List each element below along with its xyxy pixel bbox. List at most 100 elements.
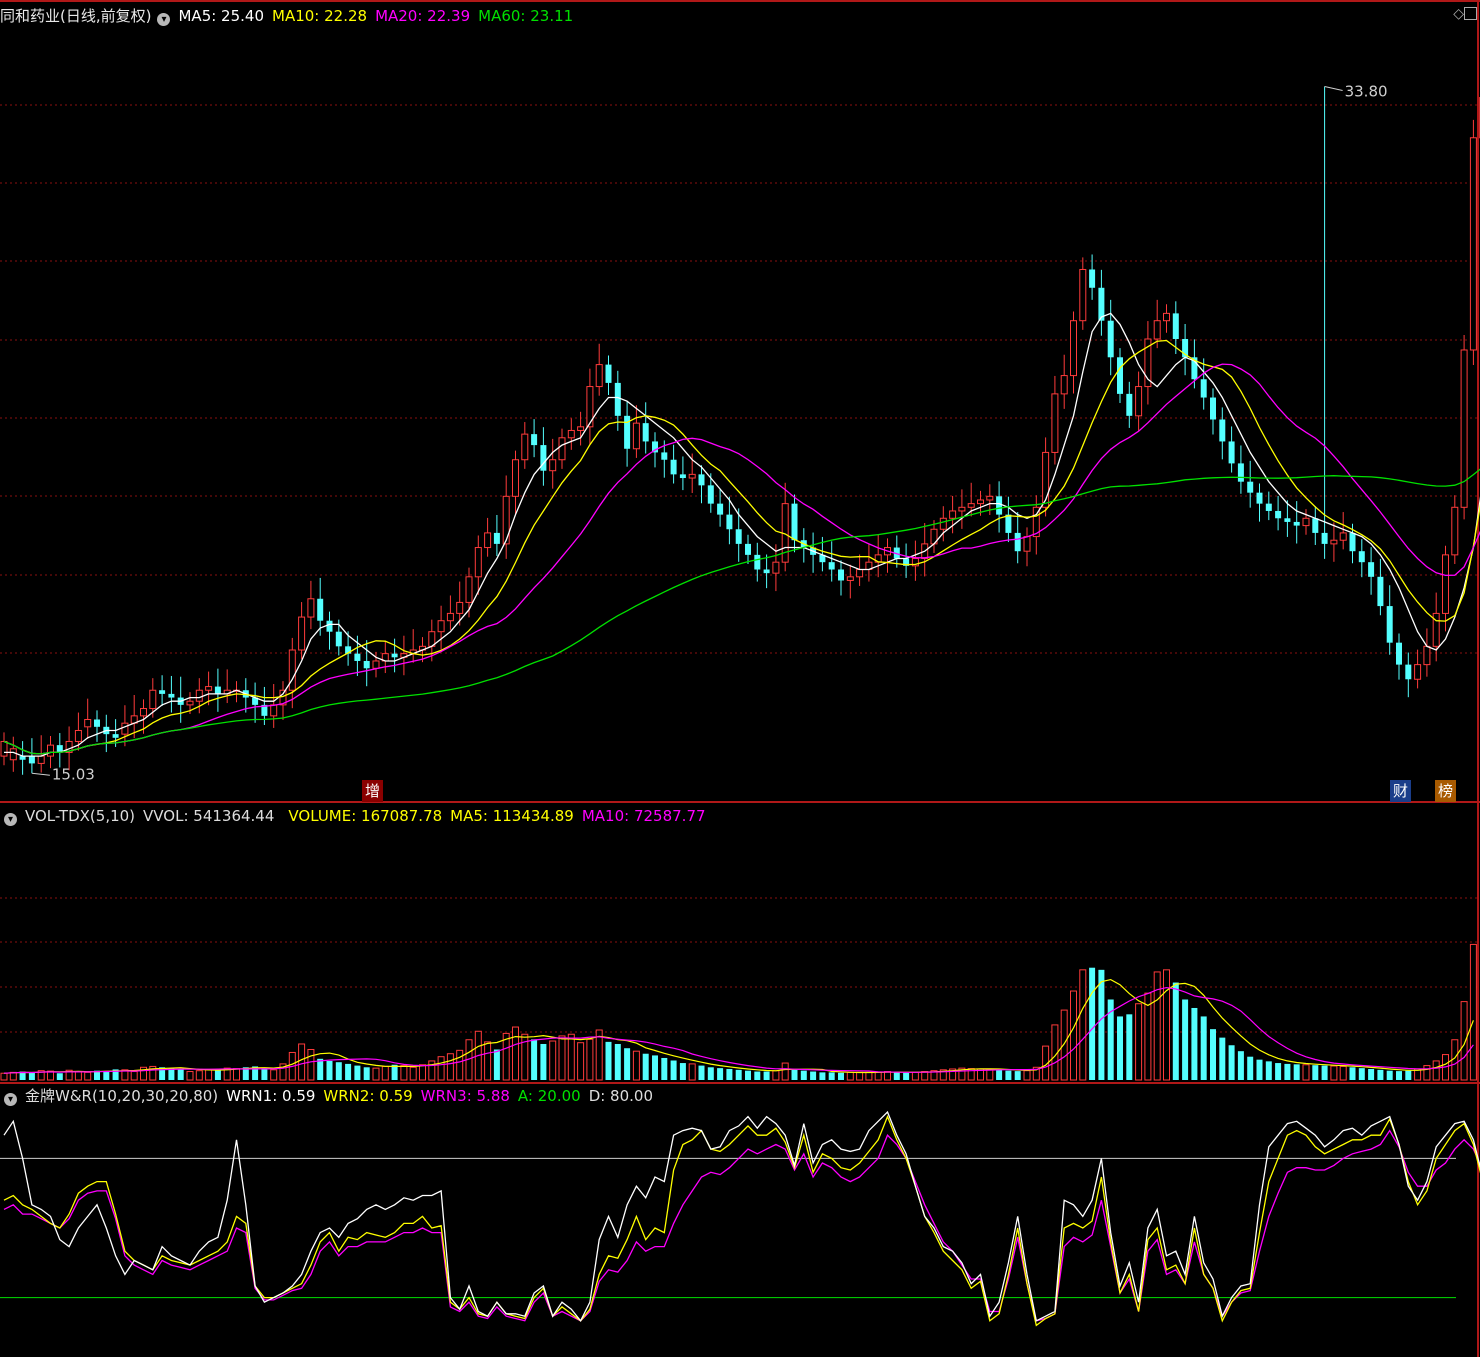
candle-body — [986, 495, 994, 501]
wrn2-value: WRN2: 0.59 — [323, 1087, 413, 1105]
volume-bar — [391, 1064, 398, 1080]
volume-bar — [456, 1049, 464, 1081]
volume-bar — [1070, 990, 1077, 1081]
candle-body — [707, 485, 714, 504]
candle-body — [531, 434, 538, 446]
wrn1-value: WRN1: 0.59 — [226, 1087, 316, 1105]
candle-body — [1330, 539, 1338, 545]
candle-body — [1247, 481, 1254, 493]
volume-bar — [1135, 1003, 1143, 1081]
candle-body — [939, 517, 947, 530]
volume-bars — [0, 943, 1477, 1081]
candle-body — [214, 686, 221, 694]
zeng-badge[interactable]: 增 — [362, 780, 384, 802]
volume-bar — [437, 1056, 445, 1081]
volume-bar — [1377, 1069, 1384, 1080]
candle-body — [605, 364, 612, 383]
volume-bar — [1117, 1016, 1123, 1080]
volume-bar — [1275, 1063, 1282, 1080]
volume-bar — [1172, 982, 1179, 1080]
cai-badge[interactable]: 财 — [1390, 780, 1412, 802]
volume-bar — [186, 1071, 194, 1081]
candle-body — [307, 598, 315, 618]
volume-bar — [707, 1067, 714, 1080]
bang-badge[interactable]: 榜 — [1435, 780, 1457, 802]
chevron-down-icon[interactable]: ▾ — [4, 1093, 17, 1106]
candle-body — [94, 719, 100, 727]
candle-body — [1237, 463, 1244, 482]
annotations: 33.80 15.03 — [31, 83, 1388, 783]
volume-bar — [1256, 1059, 1263, 1080]
candle-body — [1293, 521, 1300, 526]
candle-body — [1014, 532, 1021, 552]
candle-body — [828, 562, 835, 570]
volume-bar — [1321, 1065, 1328, 1080]
volume-bar — [874, 1071, 882, 1081]
candle-body — [977, 499, 984, 505]
wr-header: ▾ 金牌W&R(10,20,30,20,80) WRN1: 0.59 WRN2: 0.… — [0, 1084, 661, 1108]
candle-body — [838, 569, 844, 581]
candle-body — [354, 653, 361, 661]
volume-bar — [698, 1065, 705, 1080]
d-value: D: 80.00 — [588, 1087, 654, 1105]
candle-body — [363, 660, 370, 669]
kline-chart[interactable]: 33.80 15.03 — [0, 0, 1480, 1357]
candle-body — [1200, 379, 1207, 398]
volume-bar — [1358, 1068, 1365, 1080]
candle-body — [1396, 642, 1402, 665]
candle-body — [37, 755, 45, 764]
volume-bar — [679, 1063, 686, 1080]
candle-body — [967, 503, 975, 508]
candle-body — [28, 756, 35, 764]
diamond-icon[interactable]: ◇ — [1453, 6, 1464, 22]
ma20-value: MA20: 22.39 — [375, 7, 471, 25]
volume-bar — [670, 1060, 677, 1080]
volume-bar — [1368, 1068, 1375, 1080]
volume-bar — [409, 1066, 417, 1081]
candle-body — [1219, 419, 1226, 442]
window-square-icon[interactable] — [1464, 7, 1477, 20]
volume-bar — [1405, 1070, 1412, 1080]
ma-lines — [3, 312, 1480, 757]
volume-bar — [717, 1068, 724, 1080]
candle-body — [372, 660, 380, 669]
vol-ma5-value: MA5: 113434.89 — [450, 807, 574, 825]
candle-body — [1051, 393, 1059, 453]
volume-bar — [103, 1071, 110, 1080]
volume-bar — [1339, 1065, 1347, 1081]
stock-title: 同和药业(日线,前复权) — [0, 7, 152, 25]
volume-bar — [1228, 1045, 1235, 1080]
candle-body — [549, 459, 557, 472]
candle-body — [0, 740, 8, 757]
volume-bar — [986, 1068, 994, 1081]
high-arrow — [1324, 86, 1343, 92]
volume-bar — [1460, 1001, 1468, 1081]
candle-body — [846, 576, 854, 581]
candle-body — [1275, 510, 1282, 519]
volume-bar — [1182, 999, 1189, 1080]
candle-body — [745, 543, 751, 555]
vol-indicator-name: VOL-TDX(5,10) — [25, 807, 136, 825]
volume-bar — [828, 1072, 835, 1080]
volume-bar — [512, 1026, 519, 1081]
chevron-down-icon[interactable]: ▾ — [157, 13, 171, 26]
candle-body — [140, 708, 147, 717]
volume-bar — [577, 1042, 585, 1081]
candle-body — [1070, 320, 1077, 377]
volume-bar — [372, 1067, 380, 1081]
chevron-down-icon[interactable]: ▾ — [4, 813, 17, 826]
volume-bar — [1432, 1060, 1440, 1081]
grid-lines — [0, 104, 1480, 1033]
volume-bar — [1023, 1070, 1031, 1081]
volume-bar — [1302, 1064, 1310, 1081]
candle-body — [1414, 664, 1422, 680]
candle-body — [456, 601, 464, 614]
candle-body — [856, 568, 864, 578]
candle-body — [1469, 137, 1477, 351]
volume-bar — [586, 1038, 594, 1081]
volume-bar — [1191, 1007, 1198, 1080]
candle-body — [1107, 320, 1114, 358]
volume-bar — [624, 1048, 631, 1080]
candle-body — [772, 561, 780, 574]
candle-body — [958, 506, 966, 512]
